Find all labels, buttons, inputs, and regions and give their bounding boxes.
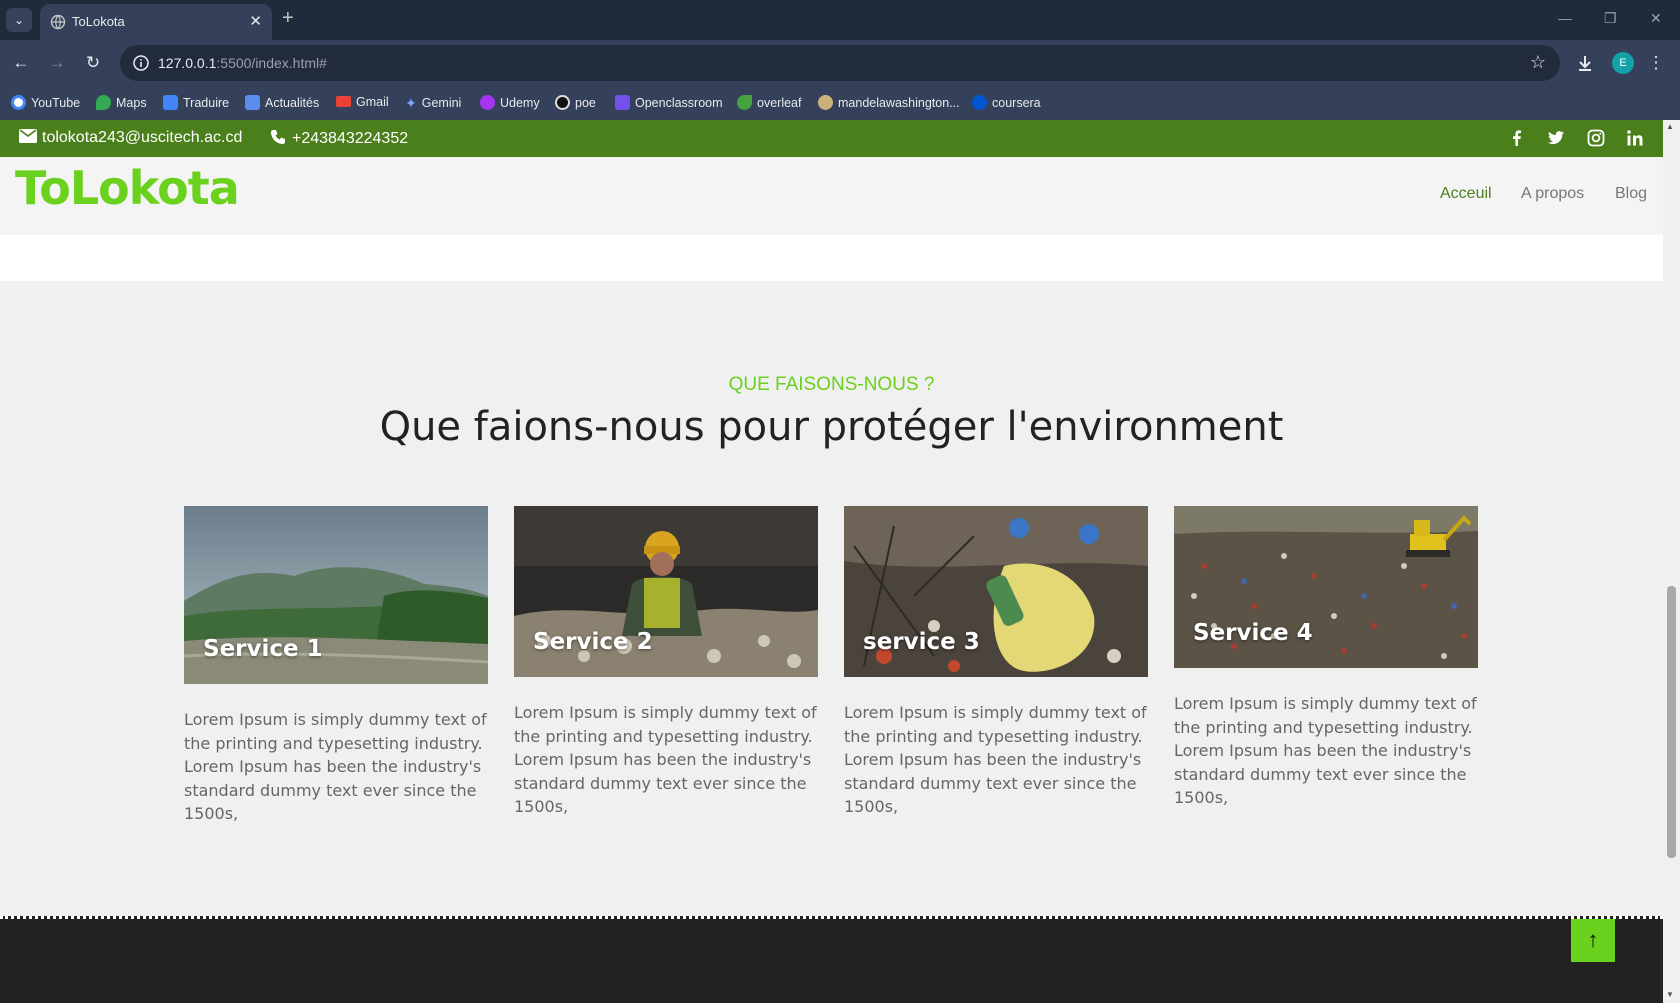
service-card-3[interactable]: service 3 Lorem Ipsum is simply dummy te… xyxy=(844,506,1148,819)
page-scrollbar[interactable]: ▲ ▼ xyxy=(1663,120,1680,1003)
section-headline: Que faions-nous pour protéger l'environm… xyxy=(379,404,1284,450)
browser-toolbar: ← → ↻ 127.0.0.1:5500/index.html# ☆ E ⋮ xyxy=(0,40,1680,86)
poe-icon xyxy=(555,95,570,110)
url-text: 127.0.0.1:5500/index.html# xyxy=(158,55,327,71)
reload-icon[interactable]: ↻ xyxy=(82,52,104,74)
scrollbar-thumb[interactable] xyxy=(1667,586,1676,858)
phone-icon xyxy=(271,130,285,144)
scroll-up-icon[interactable]: ▲ xyxy=(1666,122,1674,131)
contact-bar: tolokota243@uscitech.ac.cd +243843224352 xyxy=(0,120,1663,157)
translate-icon xyxy=(163,95,178,110)
tab-tolokota[interactable]: ToLokota ✕ xyxy=(40,4,272,40)
back-to-top-button[interactable]: ↑ xyxy=(1571,919,1615,962)
site-info-icon[interactable] xyxy=(132,54,150,72)
bookmark-mandelawashington[interactable]: mandelawashington... xyxy=(818,95,960,110)
hero-bottom-strip xyxy=(0,235,1663,281)
page-viewport: tolokota243@uscitech.ac.cd +243843224352… xyxy=(0,120,1663,1003)
scroll-down-icon[interactable]: ▼ xyxy=(1666,990,1674,999)
site-logo[interactable]: ToLokota xyxy=(15,161,240,215)
bookmark-coursera[interactable]: coursera xyxy=(972,95,1041,110)
section-eyebrow: QUE FAISONS-NOUS ? xyxy=(728,374,935,395)
service-text-3: Lorem Ipsum is simply dummy text of the … xyxy=(844,703,1147,816)
close-window-icon[interactable]: ✕ xyxy=(1650,10,1662,27)
bookmark-udemy[interactable]: Udemy xyxy=(480,95,540,110)
facebook-icon[interactable] xyxy=(1508,129,1526,147)
bookmark-gemini[interactable]: ✦ Gemini xyxy=(405,95,461,111)
tab-title: ToLokota xyxy=(72,14,125,29)
tab-strip: ⌄ ToLokota ✕ + — ❐ ✕ xyxy=(0,0,1680,40)
main-navbar: ToLokota Acceuil A propos Blog xyxy=(0,157,1663,235)
bookmark-openclassroom[interactable]: Openclassroom xyxy=(615,95,723,110)
service-text-1: Lorem Ipsum is simply dummy text of the … xyxy=(184,710,487,823)
close-tab-icon[interactable]: ✕ xyxy=(249,12,262,30)
bookmark-actualites[interactable]: Actualités xyxy=(245,95,319,110)
news-icon xyxy=(245,95,260,110)
forward-icon[interactable]: → xyxy=(46,52,68,74)
download-icon[interactable] xyxy=(1575,53,1595,73)
menu-kebab-icon[interactable]: ⋮ xyxy=(1645,52,1667,74)
bookmarks-bar: YouTube Maps Traduire Actualités Gmail ✦… xyxy=(0,86,1680,120)
envelope-icon xyxy=(19,129,37,143)
maps-pin-icon xyxy=(96,95,111,110)
service-title-2: Service 2 xyxy=(533,629,653,655)
nav-link-a-propos[interactable]: A propos xyxy=(1521,185,1584,203)
bookmark-traduire[interactable]: Traduire xyxy=(163,95,229,110)
bookmark-star-icon[interactable]: ☆ xyxy=(1530,52,1546,73)
service-image-2: Service 2 xyxy=(514,506,818,677)
bookmark-maps[interactable]: Maps xyxy=(96,95,147,110)
tab-search-button[interactable]: ⌄ xyxy=(6,8,32,32)
service-image-3: service 3 xyxy=(844,506,1148,677)
service-image-4: Service 4 xyxy=(1174,506,1478,668)
service-text-4: Lorem Ipsum is simply dummy text of the … xyxy=(1174,694,1477,807)
bookmark-poe[interactable]: poe xyxy=(555,95,596,110)
twitter-icon[interactable] xyxy=(1547,129,1565,147)
footer xyxy=(0,916,1663,1003)
minimize-icon[interactable]: — xyxy=(1558,10,1572,26)
contact-email[interactable]: tolokota243@uscitech.ac.cd xyxy=(19,129,242,147)
bookmark-gmail[interactable]: Gmail xyxy=(336,95,389,109)
gemini-sparkle-icon: ✦ xyxy=(405,95,417,111)
linkedin-icon[interactable] xyxy=(1626,129,1644,147)
nav-link-acceuil[interactable]: Acceuil xyxy=(1440,185,1492,203)
address-bar[interactable]: 127.0.0.1:5500/index.html# ☆ xyxy=(120,45,1560,81)
service-title-3: service 3 xyxy=(863,629,980,655)
udemy-icon xyxy=(480,95,495,110)
service-title-1: Service 1 xyxy=(203,636,323,662)
google-icon xyxy=(11,95,26,110)
restore-icon[interactable]: ❐ xyxy=(1604,10,1617,27)
coursera-icon xyxy=(972,95,987,110)
bookmark-youtube[interactable]: YouTube xyxy=(11,95,80,110)
service-image-1: Service 1 xyxy=(184,506,488,684)
gmail-icon xyxy=(336,96,351,107)
overleaf-icon xyxy=(737,95,752,110)
service-text-2: Lorem Ipsum is simply dummy text of the … xyxy=(514,703,817,816)
service-card-4[interactable]: Service 4 Lorem Ipsum is simply dummy te… xyxy=(1174,506,1478,810)
back-icon[interactable]: ← xyxy=(10,52,32,74)
openclassrooms-icon xyxy=(615,95,630,110)
profile-avatar[interactable]: E xyxy=(1612,52,1634,74)
service-title-4: Service 4 xyxy=(1193,620,1313,646)
seal-icon xyxy=(818,95,833,110)
new-tab-button[interactable]: + xyxy=(282,7,294,30)
nav-link-blog[interactable]: Blog xyxy=(1615,185,1647,203)
globe-icon xyxy=(50,14,66,30)
instagram-icon[interactable] xyxy=(1587,129,1605,147)
service-card-2[interactable]: Service 2 Lorem Ipsum is simply dummy te… xyxy=(514,506,818,819)
bookmark-overleaf[interactable]: overleaf xyxy=(737,95,801,110)
service-card-1[interactable]: Service 1 Lorem Ipsum is simply dummy te… xyxy=(184,506,488,826)
contact-phone[interactable]: +243843224352 xyxy=(270,129,408,148)
arrow-up-icon: ↑ xyxy=(1587,927,1599,952)
